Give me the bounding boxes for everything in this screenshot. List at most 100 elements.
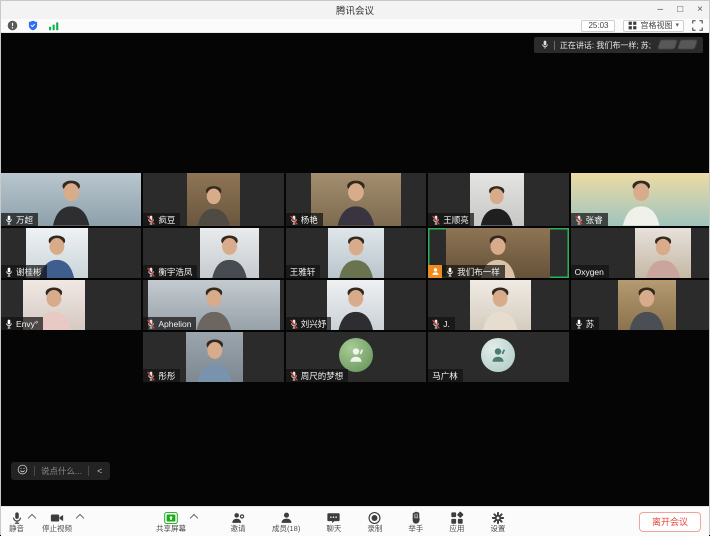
mute-expand-chevron[interactable]	[28, 513, 36, 521]
participant-tile[interactable]: 谢桂彬	[1, 228, 141, 278]
participant-tile[interactable]: J.	[428, 280, 568, 330]
mic-on-icon	[5, 319, 13, 329]
name-label: 万超	[1, 213, 38, 226]
security-shield-icon[interactable]	[27, 20, 39, 31]
mic-on-icon	[575, 319, 583, 329]
name-label: 我们布一样	[442, 265, 505, 278]
settings-label: 设置	[490, 525, 505, 533]
members-label: 成员(18)	[272, 525, 300, 533]
stop-video-expand-chevron[interactable]	[76, 513, 84, 521]
mic-muted-icon	[147, 319, 155, 329]
participant-tile[interactable]: 疯豆	[143, 173, 283, 226]
emoji-icon[interactable]	[17, 462, 28, 480]
chevron-down-icon: ▾	[675, 21, 679, 31]
participant-tile[interactable]: Aphelion	[143, 280, 283, 330]
name-label: 苏	[571, 317, 600, 330]
participant-video	[470, 280, 530, 330]
view-mode-selector[interactable]: 宫格视图 ▾	[623, 20, 684, 32]
participant-video	[328, 228, 384, 278]
collapse-chat-button[interactable]: <	[95, 466, 104, 476]
participant-video	[200, 228, 259, 278]
participant-tile[interactable]: 刘兴妤	[286, 280, 426, 330]
camera-icon	[49, 510, 65, 525]
grid-view-icon	[628, 21, 637, 30]
participant-tile[interactable]: 王雅轩	[286, 228, 426, 278]
participant-tile[interactable]: 衡宇浩凤	[143, 228, 283, 278]
name-label: Envy°	[1, 317, 43, 330]
participant-name: 苏	[586, 319, 595, 329]
view-mode-label: 宫格视图	[640, 21, 672, 31]
participant-grid: 万超 疯豆杨艳王顺亮 张睿谢桂彬衡宇浩凤王雅轩 我们布一样 Oxygen Envy° Aph…	[1, 173, 709, 382]
participant-tile[interactable]: 周尺的梦想	[286, 332, 426, 382]
raise-hand-label: 举手	[408, 525, 423, 533]
close-button[interactable]: ×	[697, 5, 703, 15]
share-screen-expand-chevron[interactable]	[190, 513, 198, 521]
invite-icon	[230, 510, 246, 525]
invite-button[interactable]: 邀请	[230, 510, 246, 533]
participant-tile[interactable]: 彤彤	[143, 332, 283, 382]
chat-input[interactable]: 说点什么...	[41, 465, 82, 477]
raise-hand-button[interactable]: 举手	[408, 510, 423, 533]
leave-meeting-button[interactable]: 离开会议	[639, 512, 701, 532]
name-label: 王雅轩	[286, 265, 321, 278]
mic-muted-icon	[432, 319, 440, 329]
participant-name: 马广林	[432, 371, 458, 381]
share-screen-button[interactable]: 共享屏幕	[156, 510, 186, 533]
name-label: 王顺亮	[428, 213, 474, 226]
participant-name: Envy°	[16, 319, 38, 329]
fullscreen-icon[interactable]	[692, 20, 703, 31]
maximize-button[interactable]: □	[677, 5, 683, 15]
participant-tile[interactable]: 苏	[571, 280, 709, 330]
name-label: Aphelion	[143, 317, 196, 330]
mic-muted-icon	[147, 371, 155, 381]
redacted-speaker-names	[656, 36, 696, 54]
mute-label: 静音	[9, 525, 24, 533]
members-button[interactable]: 成员(18)	[272, 510, 300, 533]
participant-video	[186, 332, 244, 382]
minimize-button[interactable]: –	[658, 5, 664, 15]
apps-button[interactable]: 应用	[449, 510, 464, 533]
participant-name: 张睿	[586, 215, 603, 225]
participant-name: Oxygen	[575, 267, 604, 277]
name-label: 彤彤	[143, 369, 180, 382]
chat-button[interactable]: 聊天	[326, 510, 341, 533]
participant-tile[interactable]: Oxygen	[571, 228, 709, 278]
name-label: 马广林	[428, 369, 463, 382]
apps-icon	[450, 510, 464, 525]
window-title: 腾讯会议	[1, 3, 709, 17]
meeting-info-icon[interactable]	[7, 20, 18, 31]
chat-icon	[326, 510, 341, 525]
participant-video	[311, 173, 401, 226]
mic-muted-icon	[290, 215, 298, 225]
name-label: 刘兴妤	[286, 317, 332, 330]
network-quality-icon[interactable]	[48, 21, 60, 31]
participant-tile[interactable]: 杨艳	[286, 173, 426, 226]
participant-name: 万超	[16, 215, 33, 225]
record-label: 录制	[367, 525, 382, 533]
record-icon	[367, 510, 382, 525]
participant-avatar	[339, 338, 373, 372]
participant-tile[interactable]: Envy°	[1, 280, 141, 330]
name-label: 周尺的梦想	[286, 369, 349, 382]
invite-label: 邀请	[231, 525, 246, 533]
participant-tile[interactable]: 张睿	[571, 173, 709, 226]
settings-button[interactable]: 设置	[490, 510, 505, 533]
speaking-banner-text: 正在讲话: 我们布一样; 苏;	[560, 40, 651, 51]
participant-name: 周尺的梦想	[301, 371, 344, 381]
mic-muted-icon	[147, 267, 155, 277]
hand-raised-badge	[428, 265, 442, 278]
record-button[interactable]: 录制	[367, 510, 382, 533]
participant-tile[interactable]: 王顺亮	[428, 173, 568, 226]
settings-icon	[491, 510, 505, 525]
participant-tile[interactable]: 万超	[1, 173, 141, 226]
participant-tile[interactable]: 马广林	[428, 332, 568, 382]
participant-tile[interactable]: 我们布一样	[428, 228, 568, 278]
microphone-icon	[541, 40, 549, 50]
redacted-name-blob	[678, 40, 698, 49]
meeting-timer: 25:03	[581, 20, 615, 32]
stop-video-button[interactable]: 停止视频	[42, 510, 72, 533]
participant-video	[618, 280, 676, 330]
mute-button[interactable]: 静音	[9, 510, 24, 533]
mic-muted-icon	[432, 215, 440, 225]
apps-label: 应用	[449, 525, 464, 533]
